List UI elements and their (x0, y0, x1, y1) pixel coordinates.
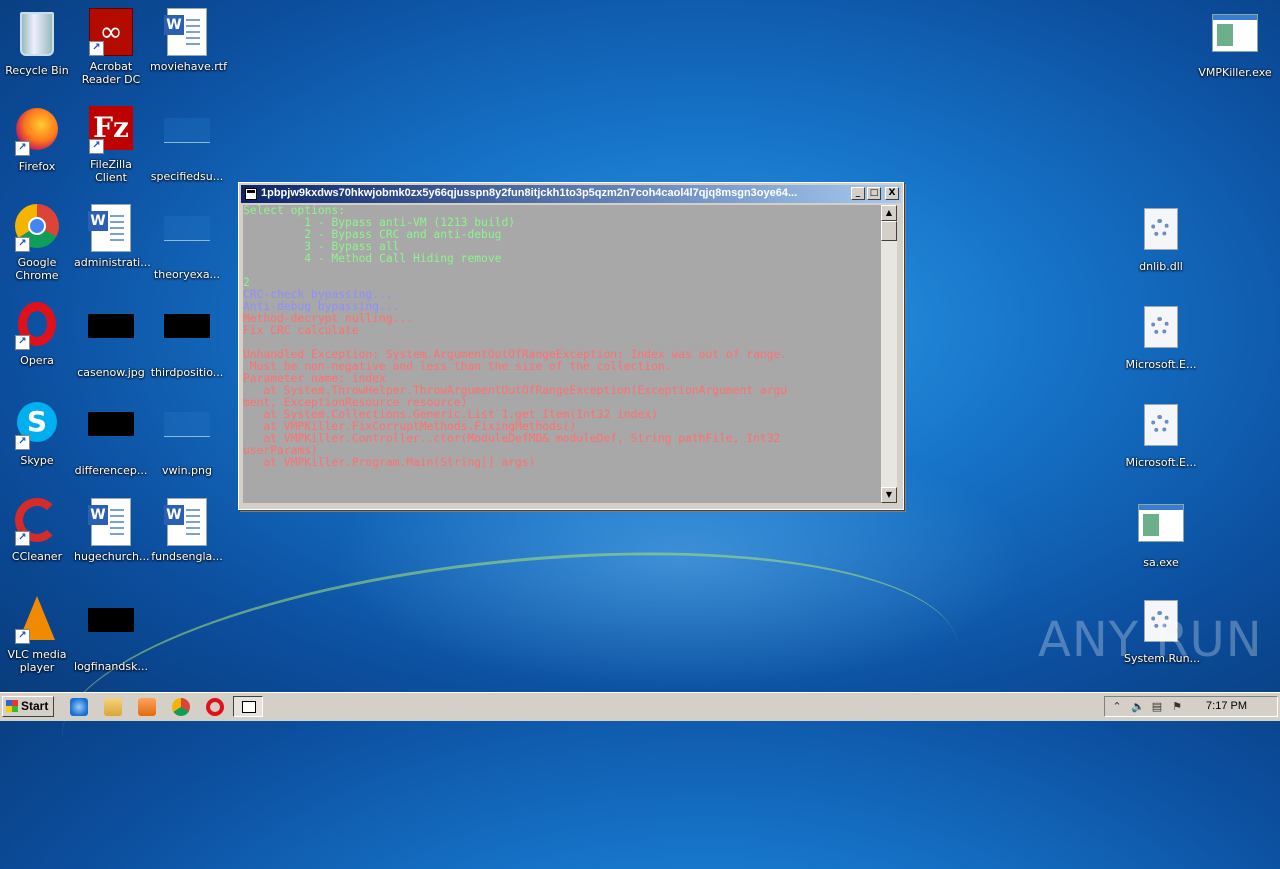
console-taskbar-button[interactable] (233, 696, 263, 717)
opera-taskbar-icon[interactable] (206, 698, 224, 716)
minimize-button[interactable]: _ (851, 187, 865, 200)
skype-icon: S ↗ (13, 402, 61, 450)
console-line: at VMPKiller.Program.Main(String[] args) (243, 456, 536, 469)
dll-gear-icon (1137, 404, 1185, 452)
desktop-icon-specifiedsu[interactable]: specifiedsu... (150, 106, 224, 183)
image-thumbnail-icon (87, 608, 135, 656)
network-icon[interactable]: ▤ (1151, 701, 1163, 713)
desktop-icon-firefox[interactable]: ↗ Firefox (0, 106, 74, 173)
recycle-bin-icon (13, 12, 61, 60)
vlc-cone-icon: ↗ (13, 596, 61, 644)
exe-window-icon (1211, 14, 1259, 62)
console-titlebar[interactable]: 1pbpjw9kxdws70hkwjobmk0zx5y66qjusspn8y2f… (241, 185, 901, 203)
word-document-icon: W (87, 498, 135, 546)
desktop-icon-logfinandsk[interactable]: logfinandsk... (74, 596, 148, 673)
desktop-icon-moviehave-rtf[interactable]: W moviehave.rtf (150, 8, 227, 73)
desktop-icon-vlc[interactable]: ↗ VLC media player (0, 596, 74, 674)
console-line: 4 - Method Call Hiding remove (243, 252, 502, 265)
scroll-thumb[interactable] (881, 221, 897, 241)
taskbar: Start ⌃ 🔈 ▤ ⚑ 7:17 PM (0, 692, 1280, 721)
console-window[interactable]: 1pbpjw9kxdws70hkwjobmk0zx5y66qjusspn8y2f… (238, 182, 904, 510)
desktop-icon-sa-exe[interactable]: sa.exe (1124, 498, 1198, 569)
desktop-icon-vwin-png[interactable]: vwin.png (150, 400, 224, 477)
internet-explorer-icon[interactable] (70, 698, 88, 716)
file-thumbnail-icon (163, 216, 211, 264)
acrobat-icon: ∞ ↗ (87, 8, 135, 56)
image-thumbnail-icon (87, 314, 135, 362)
image-thumbnail-icon (163, 314, 211, 362)
show-hidden-icons-chevron-icon[interactable]: ⌃ (1111, 701, 1123, 713)
close-button[interactable]: X (885, 187, 899, 200)
desktop-icon-recycle-bin[interactable]: Recycle Bin (0, 8, 74, 77)
desktop-icon-opera[interactable]: ↗ Opera (0, 302, 74, 367)
filezilla-icon: Fz ↗ (87, 106, 135, 154)
console-app-icon[interactable] (245, 188, 257, 200)
windows-flag-icon (6, 700, 18, 712)
desktop-icon-microsoft-e-1[interactable]: Microsoft.E... (1124, 302, 1198, 371)
desktop-icon-thirdpositio[interactable]: thirdpositio... (150, 302, 224, 379)
desktop-icon-hugechurch[interactable]: W hugechurch... (74, 498, 149, 563)
file-thumbnail-icon (163, 118, 211, 166)
media-player-icon[interactable] (138, 698, 156, 716)
chrome-taskbar-icon[interactable] (172, 698, 190, 716)
word-document-icon: W (87, 204, 135, 252)
dll-gear-icon (1137, 208, 1185, 256)
desktop-icon-filezilla[interactable]: Fz ↗ FileZilla Client (74, 106, 148, 184)
exe-window-icon (1137, 504, 1185, 552)
console-line: at VMPKiller.Controller..ctor(ModuleDefM… (243, 432, 781, 445)
console-window-icon (242, 701, 256, 713)
maximize-button[interactable]: □ (867, 187, 881, 200)
desktop-icon-vmpkiller-exe[interactable]: VMPKiller.exe (1198, 8, 1272, 79)
scroll-up-arrow-icon[interactable]: ▲ (881, 205, 897, 221)
console-output[interactable]: Select options: 1 - Bypass anti-VM (1213… (243, 205, 881, 503)
scroll-down-arrow-icon[interactable]: ▼ (881, 487, 897, 503)
desktop-icon-differencep[interactable]: differencep... (74, 400, 148, 477)
firefox-icon: ↗ (13, 108, 61, 156)
desktop-icon-skype[interactable]: S ↗ Skype (0, 400, 74, 467)
action-center-flag-icon[interactable]: ⚑ (1171, 701, 1183, 713)
file-explorer-icon[interactable] (104, 698, 122, 716)
desktop-icon-dnlib-dll[interactable]: dnlib.dll (1124, 204, 1198, 273)
console-title: 1pbpjw9kxdws70hkwjobmk0zx5y66qjusspn8y2f… (261, 187, 798, 199)
chrome-icon: ↗ (13, 204, 61, 252)
desktop-icon-microsoft-e-2[interactable]: Microsoft.E... (1124, 400, 1198, 469)
opera-icon: ↗ (13, 302, 61, 350)
anyrun-watermark: ANY RUN (1038, 612, 1263, 668)
desktop-icon-google-chrome[interactable]: ↗ Google Chrome (0, 204, 74, 282)
ccleaner-icon: ↗ (13, 498, 61, 546)
volume-icon[interactable]: 🔈 (1131, 701, 1145, 713)
word-document-icon: W (163, 8, 211, 56)
image-thumbnail-icon (87, 412, 135, 460)
console-line: Fix CRC calculate (243, 324, 359, 337)
system-tray: ⌃ 🔈 ▤ ⚑ 7:17 PM (1104, 696, 1278, 717)
word-document-icon: W (163, 498, 211, 546)
start-button[interactable]: Start (2, 696, 54, 717)
desktop-icon-administrati[interactable]: W administrati... (74, 204, 151, 269)
desktop-icon-casenow-jpg[interactable]: casenow.jpg (74, 302, 148, 379)
desktop-icon-theoryexa[interactable]: theoryexa... (150, 204, 224, 281)
console-scrollbar[interactable]: ▲ ▼ (881, 205, 897, 503)
desktop-icon-acrobat[interactable]: ∞ ↗ Acrobat Reader DC (74, 8, 148, 86)
desktop-icon-ccleaner[interactable]: ↗ CCleaner (0, 498, 74, 563)
image-thumbnail-icon (163, 412, 211, 460)
desktop-icon-fundsengla[interactable]: W fundsengla... (150, 498, 224, 563)
clock[interactable]: 7:17 PM (1206, 700, 1247, 712)
dll-gear-icon (1137, 306, 1185, 354)
